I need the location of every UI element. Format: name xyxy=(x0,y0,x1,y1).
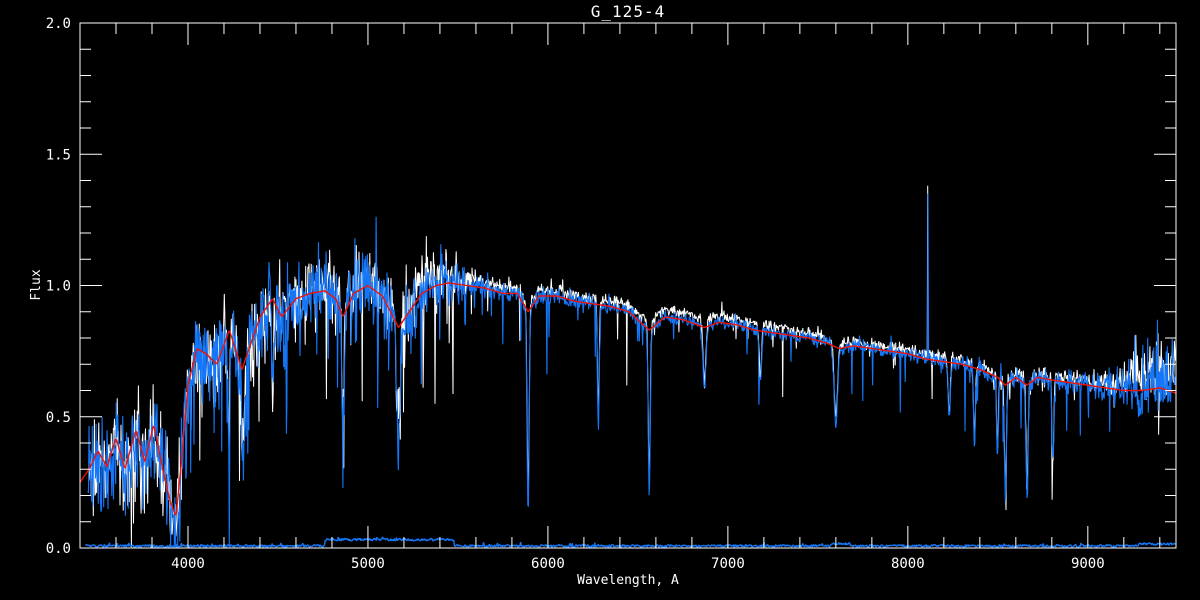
y-tick-label: 0.5 xyxy=(46,410,71,426)
y-tick-label: 1.5 xyxy=(46,147,71,163)
x-tick-label: 6000 xyxy=(531,556,565,572)
plot-title: G_125-4 xyxy=(591,2,665,21)
spectrum-plot-canvas: 4000 5000 6000 7000 8000 9000 0.0 0.5 1.0 1.5 2.0… xyxy=(0,0,1200,600)
x-tick-label: 8000 xyxy=(891,556,925,572)
x-tick-label: 5000 xyxy=(351,556,385,572)
x-tick-label: 9000 xyxy=(1071,556,1105,572)
x-tick-label: 4000 xyxy=(171,556,205,572)
x-axis-label: Wavelength, A xyxy=(577,573,679,588)
y-axis-label: Flux xyxy=(29,269,44,300)
spectrum-plot-figure: 4000 5000 6000 7000 8000 9000 0.0 0.5 1.0 1.5 2.0… xyxy=(0,0,1200,600)
y-tick-label: 1.0 xyxy=(46,279,71,295)
x-tick-label: 7000 xyxy=(711,556,745,572)
y-tick-label: 0.0 xyxy=(46,541,71,557)
y-tick-label: 2.0 xyxy=(46,16,71,32)
